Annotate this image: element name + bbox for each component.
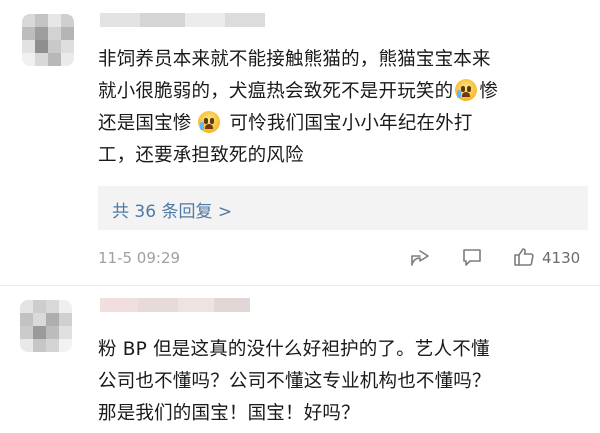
comment-line: 公司也不懂吗？公司不懂这专业机构也不懂吗？ [98, 371, 491, 392]
thumbs-up-icon[interactable] [512, 245, 536, 269]
comment-date: 11-5 09:29 [98, 249, 181, 267]
avatar[interactable] [20, 300, 72, 352]
comment-line: 就小很脆弱的，犬瘟热会致死不是开玩笑的 [98, 81, 454, 102]
comment-line: 可怜我们国宝小小年纪在外打 [229, 113, 473, 134]
like-count: 4130 [542, 249, 581, 267]
comment-line: 非饲养员本来就不能接触熊猫的，熊猫宝宝本来 [98, 49, 491, 70]
comment-text: 粉 BP 但是这真的没什么好袒护的了。艺人不懂 公司也不懂吗？公司不懂这专业机构… [98, 334, 491, 430]
crying-face-emoji-icon [197, 111, 220, 133]
avatar[interactable] [22, 14, 74, 66]
replies-box: 共 36 条回复 > [98, 186, 588, 230]
comment-text: 非饲养员本来就不能接触熊猫的，熊猫宝宝本来 就小很脆弱的，犬瘟热会致死不是开玩笑… [98, 44, 498, 172]
share-icon[interactable] [408, 245, 432, 269]
comment-line: 还是国宝惨 [98, 113, 192, 134]
comment-line: 工，还要承担致死的风险 [98, 145, 304, 166]
view-replies-link[interactable]: 共 36 条回复 > [112, 197, 232, 222]
username[interactable] [100, 13, 265, 27]
comment-line: 粉 BP 但是这真的没什么好袒护的了。艺人不懂 [98, 339, 490, 360]
comment-icon[interactable] [460, 245, 484, 269]
crying-face-emoji-icon [455, 79, 478, 101]
username[interactable] [100, 298, 250, 312]
comment-line: 惨 [479, 81, 499, 102]
divider [0, 285, 600, 286]
comment-line: 那是我们的国宝！国宝！好吗？ [98, 403, 360, 424]
